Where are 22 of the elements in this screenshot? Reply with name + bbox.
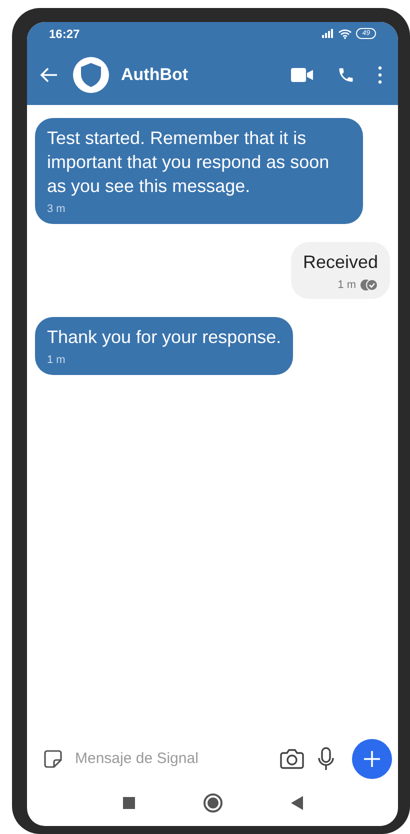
- signal-icon: [322, 29, 334, 38]
- contact-name: AuthBot: [121, 64, 190, 86]
- camera-icon[interactable]: [280, 748, 304, 770]
- sticker-icon[interactable]: [43, 749, 63, 769]
- message-text: Test started. Remember that it is important that you respond as soon as you see this message.: [47, 127, 330, 198]
- message-text: Thank you for your response.: [47, 326, 282, 349]
- more-options-icon: [378, 66, 382, 84]
- microphone-icon[interactable]: [318, 747, 334, 771]
- status-time: 16:27: [49, 26, 80, 42]
- message-time: 1 m: [338, 278, 356, 292]
- back-nav-button[interactable]: [290, 796, 302, 810]
- recents-button[interactable]: [122, 797, 134, 809]
- message-input[interactable]: Mensaje de Signal: [75, 748, 280, 770]
- home-button[interactable]: [202, 793, 222, 813]
- wifi-icon: [338, 28, 352, 38]
- bot-avatar-icon: [73, 57, 109, 93]
- plus-icon: [363, 750, 381, 768]
- phone-icon: [337, 66, 355, 84]
- message-text: Received: [302, 250, 378, 274]
- add-button[interactable]: [352, 739, 392, 779]
- message-time: 3 m: [47, 203, 66, 215]
- message-time: 1 m: [47, 354, 66, 366]
